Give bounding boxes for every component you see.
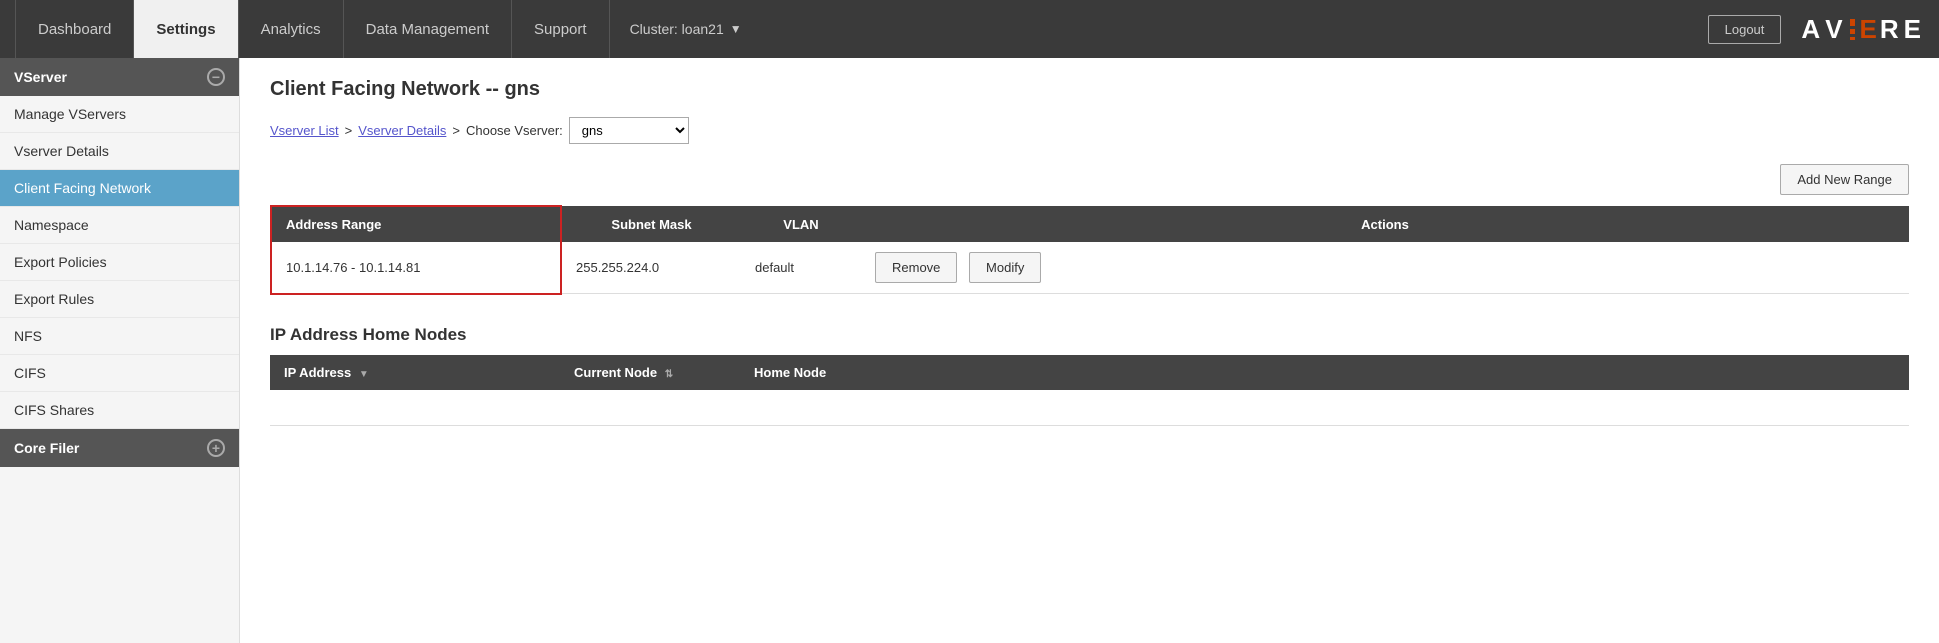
address-range-table-wrapper: Address Range Subnet Mask VLAN Actions <box>270 205 1909 295</box>
logo-bars <box>1850 15 1855 43</box>
choose-vserver-label: Choose Vserver: <box>466 123 563 138</box>
add-new-range-button[interactable]: Add New Range <box>1780 164 1909 195</box>
nav-tabs: Dashboard Settings Analytics Data Manage… <box>16 0 742 58</box>
core-filer-expand-icon[interactable]: + <box>207 439 225 457</box>
cell-actions: Remove Modify <box>861 242 1909 294</box>
sidebar-item-manage-vservers[interactable]: Manage VServers <box>0 96 239 133</box>
page-title: Client Facing Network -- gns <box>270 78 1909 101</box>
breadcrumb-sep2: > <box>452 123 460 138</box>
sidebar-item-cifs[interactable]: CIFS <box>0 355 239 392</box>
cell-vlan: default <box>741 242 861 294</box>
sidebar: VServer − Manage VServers Vserver Detail… <box>0 58 240 643</box>
sidebar-section-core-filer: Core Filer + <box>0 429 239 467</box>
modify-button[interactable]: Modify <box>969 252 1041 283</box>
th-actions: Actions <box>861 206 1909 242</box>
th-ip-address[interactable]: IP Address ▼ <box>270 355 560 390</box>
top-bar: Dashboard Settings Analytics Data Manage… <box>0 0 1939 58</box>
th-home-node: Home Node <box>740 355 1909 390</box>
th-subnet-mask: Subnet Mask <box>561 206 741 242</box>
cluster-selector[interactable]: Cluster: loan21 ▼ <box>630 21 742 37</box>
cell-subnet-mask: 255.255.224.0 <box>561 242 741 294</box>
logout-button[interactable]: Logout <box>1708 15 1782 44</box>
breadcrumb-vserver-details[interactable]: Vserver Details <box>358 123 446 138</box>
sidebar-item-client-facing-network[interactable]: Client Facing Network <box>0 170 239 207</box>
sidebar-item-namespace[interactable]: Namespace <box>0 207 239 244</box>
ip-table-row-empty <box>270 390 1909 426</box>
ip-sort-icon: ▼ <box>359 369 369 380</box>
tab-support[interactable]: Support <box>511 0 610 58</box>
content-area: Client Facing Network -- gns Vserver Lis… <box>240 58 1939 643</box>
th-current-node[interactable]: Current Node ⇅ <box>560 355 740 390</box>
top-bar-right: Logout A V E R E <box>1708 14 1923 45</box>
sidebar-item-cifs-shares[interactable]: CIFS Shares <box>0 392 239 429</box>
breadcrumb-sep1: > <box>345 123 353 138</box>
cluster-dropdown-arrow: ▼ <box>730 22 742 36</box>
tab-settings[interactable]: Settings <box>133 0 238 58</box>
breadcrumb-vserver-list[interactable]: Vserver List <box>270 123 339 138</box>
cell-address-range: 10.1.14.76 - 10.1.14.81 <box>271 242 561 294</box>
tab-dashboard[interactable]: Dashboard <box>15 0 134 58</box>
sidebar-item-nfs[interactable]: NFS <box>0 318 239 355</box>
sidebar-item-export-rules[interactable]: Export Rules <box>0 281 239 318</box>
breadcrumb: Vserver List > Vserver Details > Choose … <box>270 117 1909 144</box>
current-node-cell-empty <box>560 390 740 426</box>
table-row: 10.1.14.76 - 10.1.14.81 255.255.224.0 de… <box>271 242 1909 294</box>
ip-address-table: IP Address ▼ Current Node ⇅ Home Node <box>270 355 1909 426</box>
home-node-cell-empty <box>740 390 1909 426</box>
remove-button[interactable]: Remove <box>875 252 957 283</box>
address-range-table: Address Range Subnet Mask VLAN Actions <box>270 205 1909 295</box>
ip-section-title: IP Address Home Nodes <box>270 325 1909 345</box>
th-address-range: Address Range <box>271 206 561 242</box>
action-row: Add New Range <box>270 164 1909 195</box>
current-node-sort-icon: ⇅ <box>665 369 673 380</box>
sidebar-item-vserver-details[interactable]: Vserver Details <box>0 133 239 170</box>
ip-cell-empty <box>270 390 560 426</box>
vserver-collapse-icon[interactable]: − <box>207 68 225 86</box>
sidebar-section-vserver: VServer − <box>0 58 239 96</box>
main-layout: VServer − Manage VServers Vserver Detail… <box>0 58 1939 643</box>
tab-data-management[interactable]: Data Management <box>343 0 512 58</box>
sidebar-item-export-policies[interactable]: Export Policies <box>0 244 239 281</box>
avere-logo: A V E R E <box>1801 14 1923 45</box>
tab-analytics[interactable]: Analytics <box>238 0 344 58</box>
th-vlan: VLAN <box>741 206 861 242</box>
vserver-dropdown[interactable]: gns <box>569 117 689 144</box>
